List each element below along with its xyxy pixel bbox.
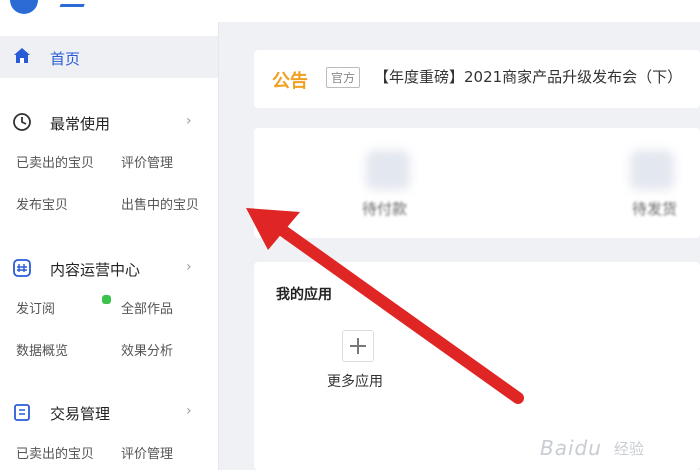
sidebar-link-reviews[interactable]: 评价管理 [121, 152, 173, 171]
section-title-frequent[interactable]: 最常使用 [50, 113, 110, 134]
stat-pending-shipment[interactable]: 待发货 [632, 198, 677, 219]
sidebar-item-home-label: 首页 [50, 50, 81, 68]
chevron-right-icon[interactable]: › [186, 403, 192, 419]
sidebar-link-publish-item[interactable]: 发布宝贝 [16, 194, 68, 213]
sidebar: 首页 最常使用 › 已卖出的宝贝 评价管理 发布宝贝 出售中的宝贝 内容运营中心… [0, 22, 219, 470]
chevron-right-icon[interactable]: › [186, 259, 192, 275]
add-app-icon[interactable] [342, 330, 374, 362]
official-badge: 官方 [326, 67, 361, 88]
notice-banner[interactable]: 公告 官方 【年度重磅】2021商家产品升级发布会（下） [254, 50, 700, 108]
sidebar-link-all-works[interactable]: 全部作品 [121, 298, 173, 317]
chevron-right-icon[interactable]: › [186, 113, 192, 129]
my-apps-title: 我的应用 [276, 287, 332, 303]
order-stats-card: 待付款 待发货 [254, 128, 700, 238]
clipboard-icon [14, 404, 30, 421]
blurred-count [366, 150, 410, 190]
app-logo-icon[interactable] [10, 0, 38, 14]
baidu-watermark: Baidu 经验 [540, 428, 690, 468]
notice-title: 公告 [272, 71, 308, 92]
stat-pending-payment[interactable]: 待付款 [362, 198, 407, 219]
section-title-trade-management[interactable]: 交易管理 [50, 403, 110, 424]
top-header [0, 0, 700, 22]
sidebar-link-effect-analysis[interactable]: 效果分析 [121, 340, 173, 359]
new-badge-icon [102, 295, 111, 304]
sidebar-item-home[interactable]: 首页 [0, 36, 218, 78]
section-title-content-center[interactable]: 内容运营中心 [50, 259, 140, 280]
notice-link[interactable]: 【年度重磅】2021商家产品升级发布会（下） [374, 66, 682, 87]
app-logo-text-fragment [59, 0, 89, 7]
content-hub-icon [13, 259, 31, 277]
sidebar-link-items-on-sale[interactable]: 出售中的宝贝 [121, 194, 199, 213]
sidebar-link-sold-items-2[interactable]: 已卖出的宝贝 [16, 443, 94, 462]
sidebar-link-data-overview[interactable]: 数据概览 [16, 340, 68, 359]
home-icon [14, 48, 30, 63]
sidebar-link-subscription[interactable]: 发订阅 [16, 298, 55, 317]
more-apps-link[interactable]: 更多应用 [327, 371, 383, 391]
watermark-text: Baidu [540, 436, 602, 460]
clock-icon [13, 113, 31, 131]
sidebar-link-sold-items[interactable]: 已卖出的宝贝 [16, 152, 94, 171]
watermark-sub: 经验 [614, 440, 645, 458]
sidebar-link-reviews-2[interactable]: 评价管理 [121, 443, 173, 462]
blurred-count [630, 150, 674, 190]
